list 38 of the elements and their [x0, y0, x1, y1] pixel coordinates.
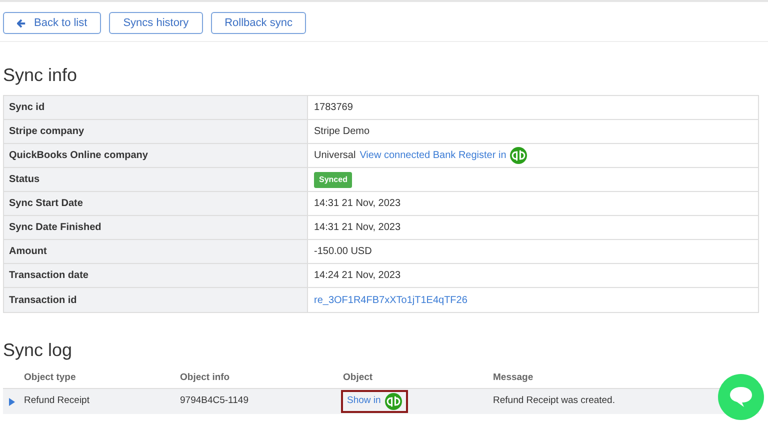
field-value: 14:31 21 Nov, 2023	[314, 221, 401, 235]
chat-bubble-icon	[728, 385, 754, 409]
quickbooks-logo-icon	[384, 393, 402, 410]
field-label: Stripe company	[9, 125, 84, 139]
field-value: -150.00 USD	[314, 245, 372, 259]
section-title: Sync info	[3, 64, 78, 87]
column-header: Object	[343, 372, 373, 383]
field-value: 14:31 21 Nov, 2023	[314, 197, 401, 211]
field-label: Sync id	[9, 101, 45, 115]
transaction-link[interactable]: re_3OF1R4FB7xXTo1jT1E4qTF26	[314, 292, 468, 308]
bank-register-link[interactable]: View connected Bank Register in	[360, 148, 506, 163]
field-label: Transaction id	[9, 294, 77, 308]
show-in-link[interactable]: Show in	[347, 394, 381, 409]
field-label: Sync Date Finished	[9, 221, 102, 235]
field-label: Status	[9, 173, 40, 187]
field-label: Amount	[9, 245, 47, 259]
toolbar-button[interactable]: Syncs history	[109, 12, 203, 34]
field-value: Stripe Demo	[314, 125, 370, 139]
field-value: Universal	[314, 149, 356, 163]
table-cell-text: Refund Receipt	[24, 394, 90, 408]
field-value: 1783769	[314, 101, 353, 115]
table-cell: 9794B4C5-1149	[180, 395, 248, 406]
column-header: Object type	[24, 372, 76, 383]
caret-right-icon[interactable]	[9, 398, 15, 406]
section-title: Sync log	[3, 339, 74, 362]
toolbar-button[interactable]: Rollback sync	[210, 12, 306, 34]
field-label: Sync Start Date	[9, 197, 83, 211]
column-header: Message	[493, 372, 534, 383]
arrow-left-icon	[17, 18, 26, 28]
table-cell: Refund Receipt was created.	[493, 395, 615, 406]
object-link-frame[interactable]: Show in	[341, 390, 408, 413]
field-label: Transaction date	[9, 269, 88, 283]
column-header: Object info	[180, 372, 230, 383]
back-button[interactable]: Back to list	[3, 12, 102, 34]
quickbooks-logo-icon	[510, 147, 528, 164]
status-badge: Synced	[314, 172, 352, 188]
field-label: QuickBooks Online company	[9, 149, 148, 163]
field-value: 14:24 21 Nov, 2023	[314, 269, 401, 283]
